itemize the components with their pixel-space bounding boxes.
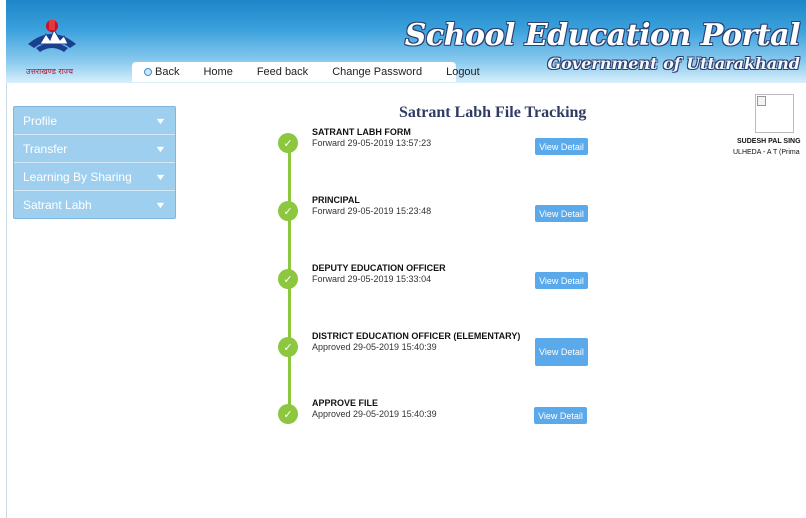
- back-circle-icon: [144, 68, 152, 76]
- check-icon: ✓: [278, 133, 298, 153]
- chevron-down-icon: ▼: [154, 199, 167, 210]
- view-detail-button[interactable]: View Detail: [535, 272, 588, 289]
- step-status: Forward 29-05-2019 15:33:04: [312, 274, 432, 284]
- back-link[interactable]: Back: [132, 66, 191, 78]
- step-title: DISTRICT EDUCATION OFFICER (ELEMENTARY): [312, 331, 521, 341]
- user-photo: [755, 94, 794, 133]
- broken-image-icon: [757, 96, 766, 106]
- step-status: Approved 29-05-2019 15:40:39: [312, 409, 437, 419]
- step-title: PRINCIPAL: [312, 195, 360, 205]
- feedback-link[interactable]: Feed back: [245, 66, 320, 78]
- state-emblem-logo: [28, 20, 76, 52]
- view-detail-button[interactable]: View Detail: [535, 338, 588, 366]
- view-detail-button[interactable]: View Detail: [534, 407, 587, 424]
- check-icon: ✓: [278, 201, 298, 221]
- sidebar-item-learning-by-sharing[interactable]: Learning By Sharing ▼: [14, 163, 175, 191]
- check-icon: ✓: [278, 404, 298, 424]
- logout-link[interactable]: Logout: [434, 66, 492, 78]
- step-status: Forward 29-05-2019 15:23:48: [312, 206, 432, 216]
- back-label: Back: [155, 66, 180, 78]
- step-status: Approved 29-05-2019 15:40:39: [312, 342, 437, 352]
- top-nav: Back Home Feed back Change Password Logo…: [132, 62, 480, 82]
- step-title: APPROVE FILE: [312, 398, 379, 408]
- page-title: Satrant Labh File Tracking: [399, 104, 587, 121]
- sidebar-item-label: Profile: [23, 113, 58, 128]
- header: उत्तराखण्ड राज्य School Education Portal…: [6, 0, 806, 83]
- sidebar-item-transfer[interactable]: Transfer ▼: [14, 135, 175, 163]
- sidebar-item-satrant-labh[interactable]: Satrant Labh ▼: [14, 191, 175, 218]
- chevron-down-icon: ▼: [154, 143, 167, 154]
- view-detail-button[interactable]: View Detail: [535, 138, 588, 155]
- sidebar-menu: Profile ▼ Transfer ▼ Learning By Sharing…: [13, 106, 176, 219]
- step-title: DEPUTY EDUCATION OFFICER: [312, 263, 446, 273]
- change-password-link[interactable]: Change Password: [320, 66, 434, 78]
- sidebar-item-label: Transfer: [23, 141, 68, 156]
- user-name: SUDESH PAL SING: [737, 138, 801, 145]
- logo-caption: उत्तराखण्ड राज्य: [26, 67, 73, 76]
- check-icon: ✓: [278, 337, 298, 357]
- check-icon: ✓: [278, 269, 298, 289]
- sidebar-item-label: Learning By Sharing: [23, 169, 132, 184]
- step-status: Forward 29-05-2019 13:57:23: [312, 138, 432, 148]
- chevron-down-icon: ▼: [154, 115, 167, 126]
- step-title: SATRANT LABH FORM: [312, 127, 411, 137]
- portal-subtitle: Government of Uttarakhand: [547, 54, 800, 73]
- home-link[interactable]: Home: [191, 66, 244, 78]
- user-unit: ULHEDA - A T (Prima: [733, 149, 800, 156]
- portal-title: School Education Portal: [404, 18, 801, 53]
- sidebar-item-profile[interactable]: Profile ▼: [14, 107, 175, 135]
- view-detail-button[interactable]: View Detail: [535, 205, 588, 222]
- sidebar-item-label: Satrant Labh: [23, 197, 92, 212]
- chevron-down-icon: ▼: [154, 171, 167, 182]
